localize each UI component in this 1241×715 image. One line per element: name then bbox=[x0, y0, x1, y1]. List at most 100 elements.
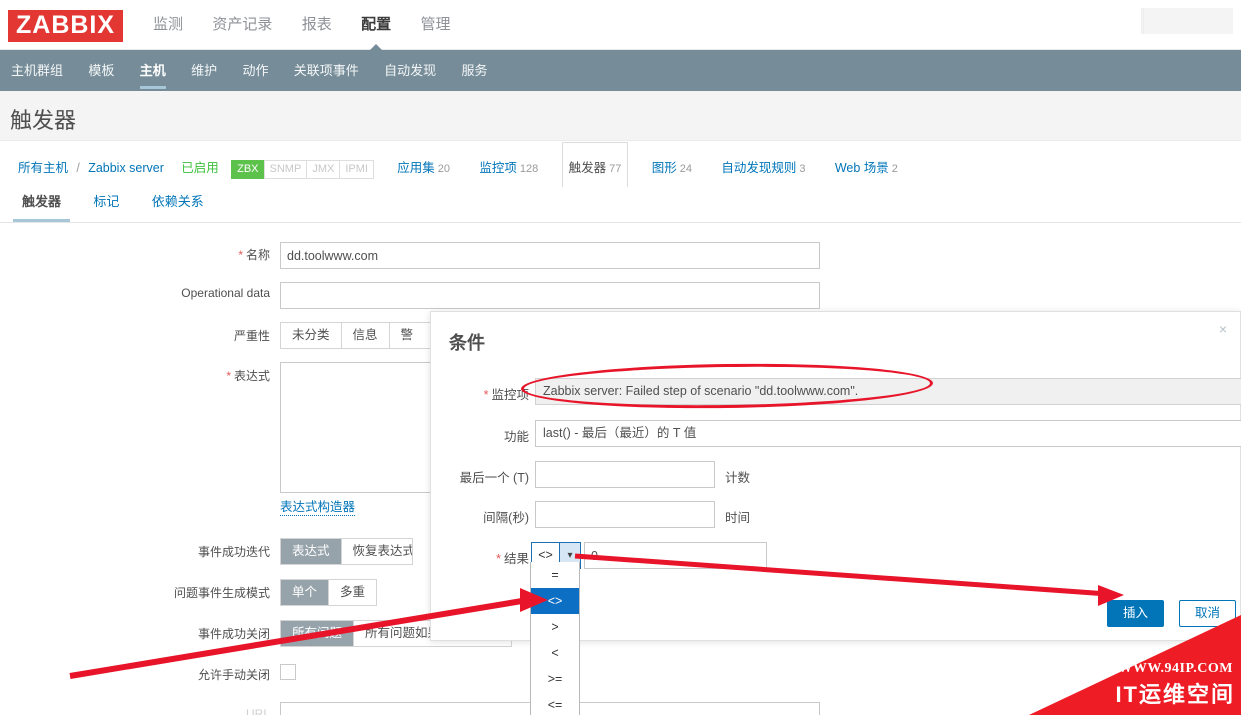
nav-item-monitoring[interactable]: 监测 bbox=[140, 0, 196, 50]
subnav-item-services[interactable]: 服务 bbox=[451, 50, 499, 91]
interval-suffix-label: 时间 bbox=[725, 511, 751, 525]
breadcrumb-tab-triggers-label: 触发器 bbox=[568, 161, 607, 175]
breadcrumb: 所有主机 / Zabbix server 已启用 ZBX SNMP JMX IPMI … bbox=[0, 142, 1241, 196]
operator-option-less[interactable]: < bbox=[531, 640, 579, 666]
breadcrumb-tab-discovery-rules-label: 自动发现规则 bbox=[721, 161, 797, 175]
form-row-operational-data: Operational data bbox=[0, 282, 900, 310]
nav-item-administration[interactable]: 管理 bbox=[407, 0, 463, 50]
modal-label-last-t: 最后一个 (T) bbox=[459, 471, 529, 485]
nav-item-configuration[interactable]: 配置 bbox=[348, 0, 404, 51]
subnav-item-correlation[interactable]: 关联项事件 bbox=[283, 50, 370, 91]
badge-zbx: ZBX bbox=[231, 160, 265, 180]
modal-label-item: * 监控项 bbox=[431, 384, 529, 403]
result-value-input[interactable] bbox=[584, 542, 767, 569]
required-marker-item: * bbox=[483, 388, 489, 402]
severity-option-information[interactable]: 信息 bbox=[341, 323, 390, 348]
breadcrumb-tab-applications-label: 应用集 bbox=[397, 161, 435, 175]
badge-jmx: JMX bbox=[306, 160, 341, 180]
watermark: WWW.94IP.COM IT运维空间 bbox=[1029, 615, 1241, 715]
operator-options-dropdown[interactable]: = <> > < >= <= bbox=[530, 562, 580, 715]
host-interface-badges: ZBX SNMP JMX IPMI bbox=[231, 146, 374, 191]
problem-event-option-single[interactable]: 单个 bbox=[281, 580, 330, 605]
function-select[interactable]: last() - 最后（最近）的 T 值 ▾ bbox=[535, 420, 1241, 447]
modal-row-interval: 间隔(秒) 时间 bbox=[431, 501, 1241, 530]
operator-option-not-equal[interactable]: <> bbox=[531, 588, 579, 614]
form-label-name: * 名称 bbox=[0, 246, 270, 263]
severity-option-not-classified[interactable]: 未分类 bbox=[281, 323, 342, 348]
modal-label-result-text: 结果 bbox=[503, 552, 529, 566]
sub-navigation-bar: 主机群组 模板 主机 维护 动作 关联项事件 自动发现 服务 bbox=[0, 50, 1241, 91]
required-marker-result: * bbox=[496, 552, 501, 566]
operator-option-greater-equal[interactable]: >= bbox=[531, 666, 579, 692]
operator-option-greater[interactable]: > bbox=[531, 614, 579, 640]
subnav-item-maintenance[interactable]: 维护 bbox=[180, 50, 228, 91]
host-status-enabled[interactable]: 已启用 bbox=[181, 161, 219, 175]
subnav-item-templates[interactable]: 模板 bbox=[77, 50, 125, 91]
form-row-url: URL bbox=[0, 702, 900, 715]
name-input[interactable] bbox=[280, 242, 820, 269]
nav-item-inventory[interactable]: 资产记录 bbox=[199, 0, 285, 50]
allow-manual-close-checkbox[interactable] bbox=[280, 664, 296, 680]
badge-snmp: SNMP bbox=[263, 160, 308, 180]
badge-ipmi: IPMI bbox=[339, 160, 374, 180]
operational-data-input[interactable] bbox=[280, 282, 820, 309]
app-root: ZABBIX 监测 资产记录 报表 配置 管理 主机群组 模板 主机 维护 动作… bbox=[0, 0, 1241, 715]
operator-option-less-equal[interactable]: <= bbox=[531, 692, 579, 715]
subnav-item-hosts[interactable]: 主机 bbox=[129, 50, 177, 91]
breadcrumb-tab-items-count: 128 bbox=[519, 163, 539, 175]
modal-row-function: 功能 last() - 最后（最近）的 T 值 ▾ bbox=[431, 420, 1241, 449]
ok-event-closes-option-all-problems[interactable]: 所有问题 bbox=[281, 621, 355, 646]
form-label-ok-event-generation: 事件成功迭代 bbox=[197, 545, 270, 559]
watermark-name: IT运维空间 bbox=[1115, 682, 1235, 707]
main-navigation: 监测 资产记录 报表 配置 管理 bbox=[140, 0, 463, 51]
operator-option-equal[interactable]: = bbox=[531, 562, 579, 588]
ok-event-option-expression[interactable]: 表达式 bbox=[281, 539, 342, 564]
page-title: 触发器 bbox=[10, 108, 77, 133]
form-label-severity: 严重性 bbox=[233, 329, 270, 343]
subnav-item-host-groups[interactable]: 主机群组 bbox=[0, 50, 74, 91]
modal-row-last-t: 最后一个 (T) 计数 bbox=[431, 461, 1241, 490]
modal-label-interval: 间隔(秒) bbox=[483, 511, 529, 525]
breadcrumb-tab-web-scenarios-label: Web 场景 bbox=[834, 161, 889, 175]
required-marker-name: * bbox=[238, 248, 243, 262]
tab-triggers[interactable]: 触发器 bbox=[10, 187, 73, 222]
tab-dependencies[interactable]: 依赖关系 bbox=[140, 187, 216, 222]
form-row-name: * 名称 bbox=[0, 242, 900, 270]
form-label-operational-data: Operational data bbox=[181, 286, 270, 300]
breadcrumb-separator: / bbox=[76, 161, 80, 175]
page-header: 触发器 bbox=[0, 91, 1241, 141]
breadcrumb-all-hosts[interactable]: 所有主机 bbox=[18, 161, 68, 175]
modal-label-result: * 结果 bbox=[431, 548, 529, 567]
breadcrumb-tab-graphs-label: 图形 bbox=[651, 161, 677, 175]
function-select-value: last() - 最后（最近）的 T 值 bbox=[543, 426, 697, 440]
form-label-ok-event-closes: 事件成功关闭 bbox=[197, 627, 270, 641]
top-header-bar: ZABBIX 监测 资产记录 报表 配置 管理 bbox=[0, 0, 1241, 51]
last-t-input[interactable] bbox=[535, 461, 715, 488]
severity-option-warning[interactable]: 警 bbox=[389, 323, 436, 348]
breadcrumb-tab-web-scenarios-count: 2 bbox=[891, 163, 898, 175]
close-icon[interactable]: × bbox=[1212, 318, 1234, 340]
breadcrumb-host-name[interactable]: Zabbix server bbox=[88, 161, 164, 175]
expression-constructor-link[interactable]: 表达式构造器 bbox=[280, 500, 356, 516]
modal-label-function: 功能 bbox=[503, 430, 529, 444]
breadcrumb-tab-triggers-count: 77 bbox=[609, 163, 622, 175]
header-right-placeholder bbox=[1141, 8, 1233, 34]
subnav-item-discovery[interactable]: 自动发现 bbox=[373, 50, 447, 91]
interval-input[interactable] bbox=[535, 501, 715, 528]
breadcrumb-tab-graphs-count: 24 bbox=[679, 163, 692, 175]
problem-event-option-multiple[interactable]: 多重 bbox=[329, 580, 377, 605]
breadcrumb-tab-applications-count: 20 bbox=[437, 163, 451, 175]
modal-title: 条件 bbox=[449, 333, 485, 353]
problem-event-mode-group: 单个 多重 bbox=[280, 579, 378, 606]
zabbix-logo[interactable]: ZABBIX bbox=[8, 10, 124, 42]
breadcrumb-tab-discovery-rules-count: 3 bbox=[799, 163, 806, 175]
tab-tags[interactable]: 标记 bbox=[81, 187, 131, 222]
last-t-suffix-label: 计数 bbox=[725, 471, 751, 485]
required-marker-expression: * bbox=[226, 369, 231, 383]
ok-event-option-recovery-expression[interactable]: 恢复表达式 bbox=[341, 539, 412, 564]
subnav-item-actions[interactable]: 动作 bbox=[231, 50, 279, 91]
watermark-url: WWW.94IP.COM bbox=[1118, 661, 1233, 676]
form-label-name-text: 名称 bbox=[245, 248, 270, 262]
nav-item-reports[interactable]: 报表 bbox=[289, 0, 345, 50]
breadcrumb-tab-items-label: 监控项 bbox=[479, 161, 517, 175]
